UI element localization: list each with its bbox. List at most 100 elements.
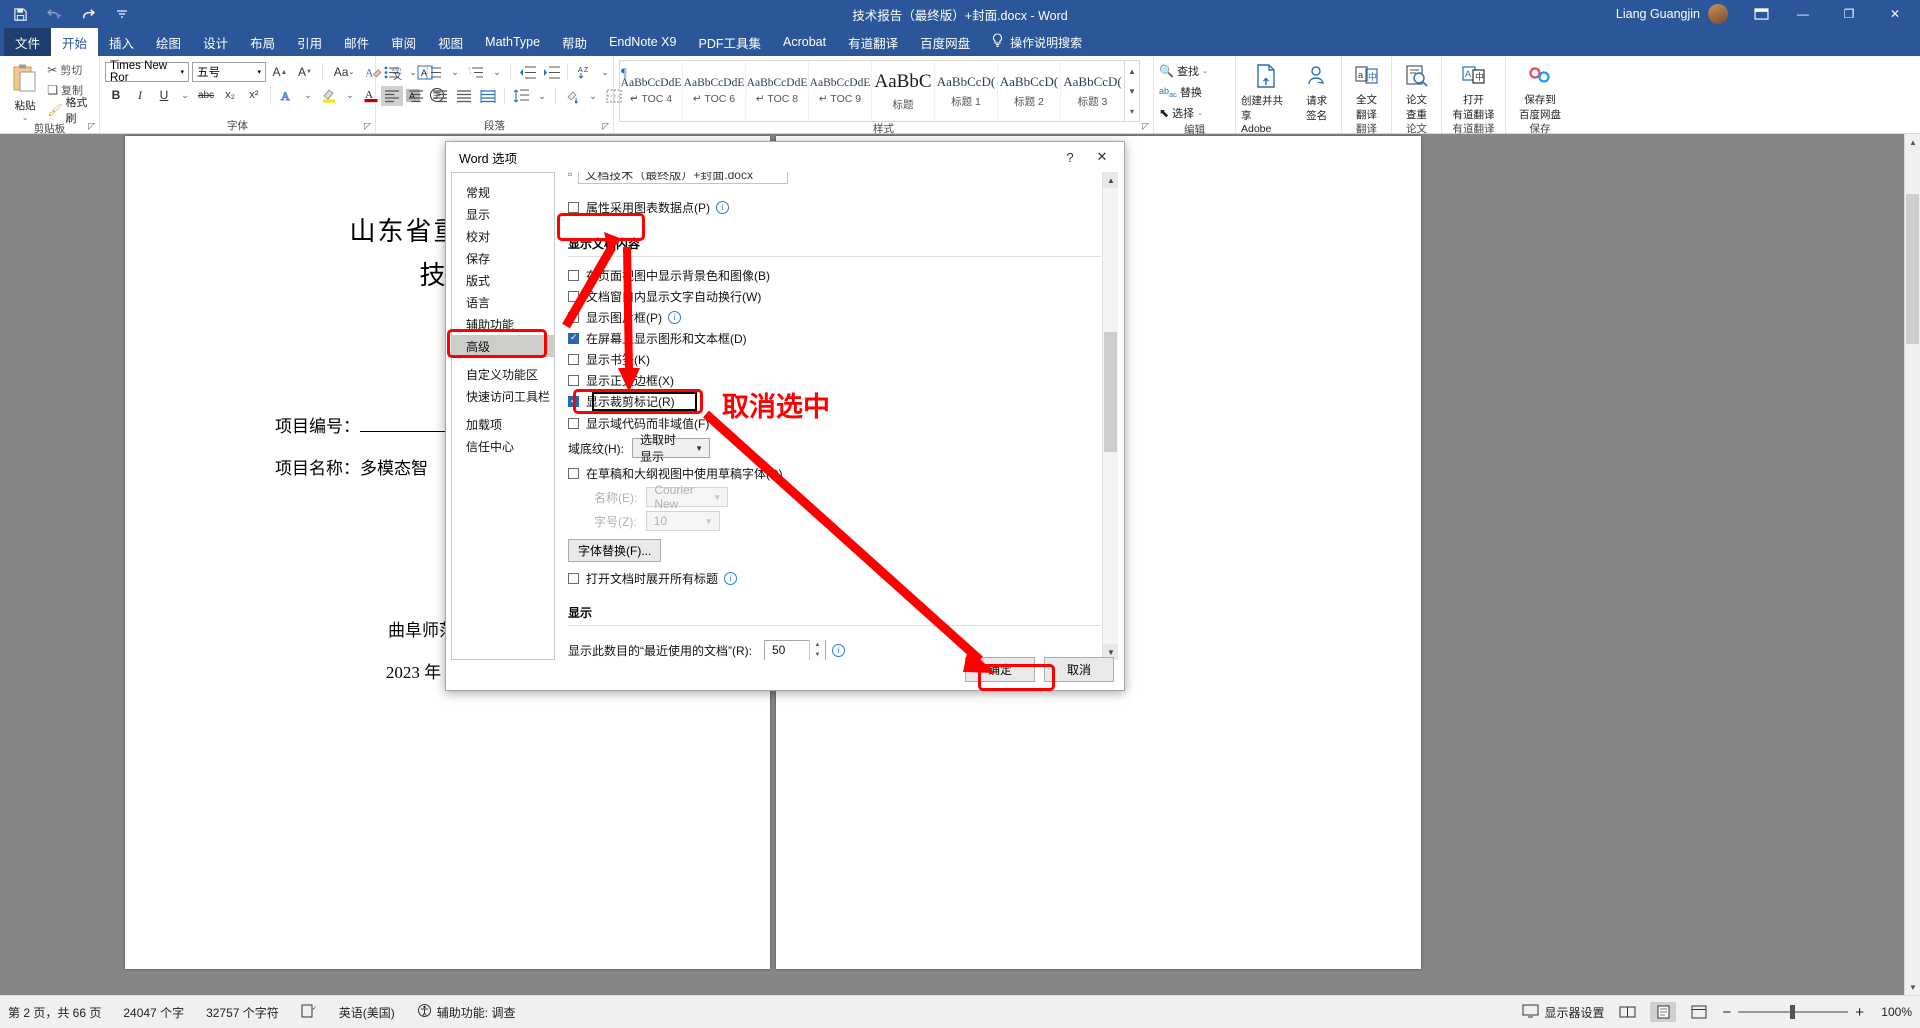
chart-data-point-row[interactable]: 属性采用图表数据点(P) i — [568, 197, 1101, 217]
multilevel-list-button[interactable]: 1 i · — [465, 62, 487, 82]
nav-item-proofing[interactable]: 校对 — [452, 225, 554, 247]
tab-review[interactable]: 审阅 — [380, 28, 427, 56]
zoom-out-button[interactable]: − — [1722, 1004, 1731, 1021]
align-center-button[interactable] — [405, 86, 427, 106]
justify-button[interactable] — [453, 86, 475, 106]
undo-icon[interactable] — [44, 4, 64, 24]
numbering-button[interactable]: 123 — [423, 62, 445, 82]
status-page[interactable]: 第 2 页，共 66 页 — [8, 1004, 101, 1021]
save-to-baidu-netdisk-button[interactable]: 保存到 百度网盘 — [1511, 62, 1569, 122]
option-row-bookmarks[interactable]: 显示书签(K) — [568, 349, 1101, 369]
plagiarism-check-button[interactable]: 论文 查重 — [1397, 62, 1436, 122]
web-layout-button[interactable] — [1686, 1002, 1712, 1022]
chevron-down-icon[interactable]: ▾ — [257, 68, 261, 76]
chevron-down-icon[interactable]: ▼ — [695, 444, 707, 453]
tab-insert[interactable]: 插入 — [98, 28, 145, 56]
recent-docs-spinner[interactable]: 50 ▲ ▼ — [764, 639, 826, 660]
tab-youdao[interactable]: 有道翻译 — [837, 28, 909, 56]
zoom-slider[interactable]: − + — [1722, 1004, 1864, 1021]
bullets-button[interactable] — [381, 62, 403, 82]
increase-indent-button[interactable] — [540, 62, 562, 82]
font-substitution-button[interactable]: 字体替换(F)... — [568, 539, 662, 562]
expand-headings-checkbox[interactable] — [568, 572, 579, 584]
status-language[interactable]: 英语(美国) — [339, 1004, 395, 1021]
picture-placeholders-checkbox[interactable] — [568, 311, 579, 323]
shading-button[interactable] — [561, 86, 583, 106]
find-button[interactable]: 🔍 查找 ⌄ — [1159, 61, 1208, 81]
tab-help[interactable]: 帮助 — [551, 28, 598, 56]
style-toc-9[interactable]: AaBbCcDdE ↵ TOC 9 — [809, 61, 872, 121]
draft-font-row[interactable]: 在草稿和大纲视图中使用草稿字体(D) — [568, 463, 1101, 483]
style-heading-3[interactable]: AaBbCcD( 标题 3 — [1061, 61, 1124, 121]
zoom-track[interactable] — [1738, 1005, 1849, 1019]
bold-button[interactable]: B — [105, 85, 127, 105]
info-icon[interactable]: i — [724, 571, 738, 585]
customize-qat-icon[interactable] — [112, 4, 132, 24]
display-settings-group[interactable]: 显示器设置 — [1522, 1004, 1604, 1021]
background-colors-checkbox[interactable] — [568, 269, 579, 281]
quick-access-toolbar[interactable] — [0, 4, 132, 24]
draft-font-checkbox[interactable] — [568, 467, 579, 479]
scrollbar-thumb[interactable] — [1906, 194, 1919, 344]
chevron-down-icon[interactable]: ⌄ — [489, 62, 505, 82]
request-signature-button[interactable]: 请求 签名 — [1297, 61, 1336, 123]
chevron-down-icon[interactable]: ⌄ — [585, 86, 601, 106]
status-words[interactable]: 24047 个字 — [123, 1004, 184, 1021]
option-row-text-wrap[interactable]: 文档窗口内显示文字自动换行(W) — [568, 286, 1101, 306]
strikethrough-button[interactable]: abc — [195, 85, 217, 105]
tab-mathtype[interactable]: MathType — [474, 28, 551, 56]
chevron-down-icon[interactable]: ⌄ — [1197, 109, 1203, 117]
option-row-picture-placeholders[interactable]: 显示图片框(P) i — [568, 307, 1101, 327]
style-toc-8[interactable]: AaBbCcDdE ↵ TOC 8 — [746, 61, 809, 121]
decrease-indent-button[interactable] — [516, 62, 538, 82]
text-wrap-checkbox[interactable] — [568, 290, 579, 302]
styles-gallery-scrollbar[interactable]: ▲ ▼ ▾ — [1124, 61, 1139, 121]
clipboard-dialog-launcher[interactable]: ◸ — [88, 121, 95, 132]
document-vertical-scrollbar[interactable]: ▲ ▼ — [1904, 134, 1920, 995]
select-button[interactable]: ⬉ 选择 ⌄ — [1159, 103, 1203, 123]
style-heading-1[interactable]: AaBbCcD( 标题 1 — [935, 61, 998, 121]
read-mode-button[interactable] — [1614, 1002, 1640, 1022]
text-effects-button[interactable]: A — [276, 85, 298, 105]
spin-up-icon[interactable]: ▲ — [810, 639, 825, 650]
zoom-handle[interactable] — [1790, 1005, 1796, 1019]
option-row-background-colors[interactable]: 在页面视图中显示背景色和图像(B) — [568, 265, 1101, 285]
change-case-button[interactable]: Aa ⌄ — [329, 62, 359, 82]
font-size-input[interactable]: 五号 ▾ — [192, 62, 266, 82]
chevron-down-icon[interactable]: ⌄ — [300, 85, 316, 105]
replace-button[interactable]: abac 替换 — [1159, 82, 1202, 102]
nav-item-general[interactable]: 常规 — [452, 181, 554, 203]
field-shading-row[interactable]: 域底纹(H): 选取时显示 ▼ — [568, 433, 1101, 464]
nav-item-customize-ribbon[interactable]: 自定义功能区 — [452, 363, 554, 385]
scroll-up-icon[interactable]: ▲ — [1905, 134, 1920, 150]
tab-references[interactable]: 引用 — [286, 28, 333, 56]
nav-item-quick-access-toolbar[interactable]: 快速访问工具栏 — [452, 385, 554, 407]
info-icon[interactable]: i — [832, 643, 845, 657]
tab-view[interactable]: 视图 — [427, 28, 474, 56]
text-highlight-button[interactable] — [318, 85, 340, 105]
chart-data-point-checkbox[interactable] — [568, 201, 579, 213]
align-left-button[interactable] — [381, 86, 403, 106]
paste-button[interactable]: 粘贴 ⌄ — [5, 60, 45, 122]
scroll-down-icon[interactable]: ▼ — [1905, 979, 1920, 995]
info-icon[interactable]: i — [668, 310, 681, 324]
tab-mailings[interactable]: 邮件 — [333, 28, 380, 56]
close-button[interactable]: ✕ — [1872, 0, 1918, 28]
nav-item-addins[interactable]: 加载项 — [452, 413, 554, 435]
tab-draw[interactable]: 绘图 — [145, 28, 192, 56]
ribbon-tab-strip[interactable]: 文件 开始 插入 绘图 设计 布局 引用 邮件 审阅 视图 MathType 帮… — [0, 28, 1920, 56]
spinner-arrows[interactable]: ▲ ▼ — [809, 639, 825, 660]
help-icon[interactable]: ? — [1054, 144, 1086, 170]
expand-headings-row[interactable]: 打开文档时展开所有标题 i — [568, 568, 1101, 588]
dialog-close-button[interactable]: ✕ — [1086, 144, 1118, 170]
subscript-button[interactable]: x₂ — [219, 85, 241, 105]
options-pane-scrollbar[interactable]: ▲ ▼ — [1102, 172, 1118, 660]
style-heading-2[interactable]: AaBbCcD( 标题 2 — [998, 61, 1061, 121]
save-icon[interactable] — [10, 4, 30, 24]
italic-button[interactable]: I — [129, 85, 151, 105]
chevron-down-icon[interactable]: ⌄ — [597, 62, 613, 82]
chevron-down-icon[interactable]: ⌄ — [405, 62, 421, 82]
tab-design[interactable]: 设计 — [192, 28, 239, 56]
font-dialog-launcher[interactable]: ◸ — [364, 121, 371, 132]
nav-item-language[interactable]: 语言 — [452, 291, 554, 313]
